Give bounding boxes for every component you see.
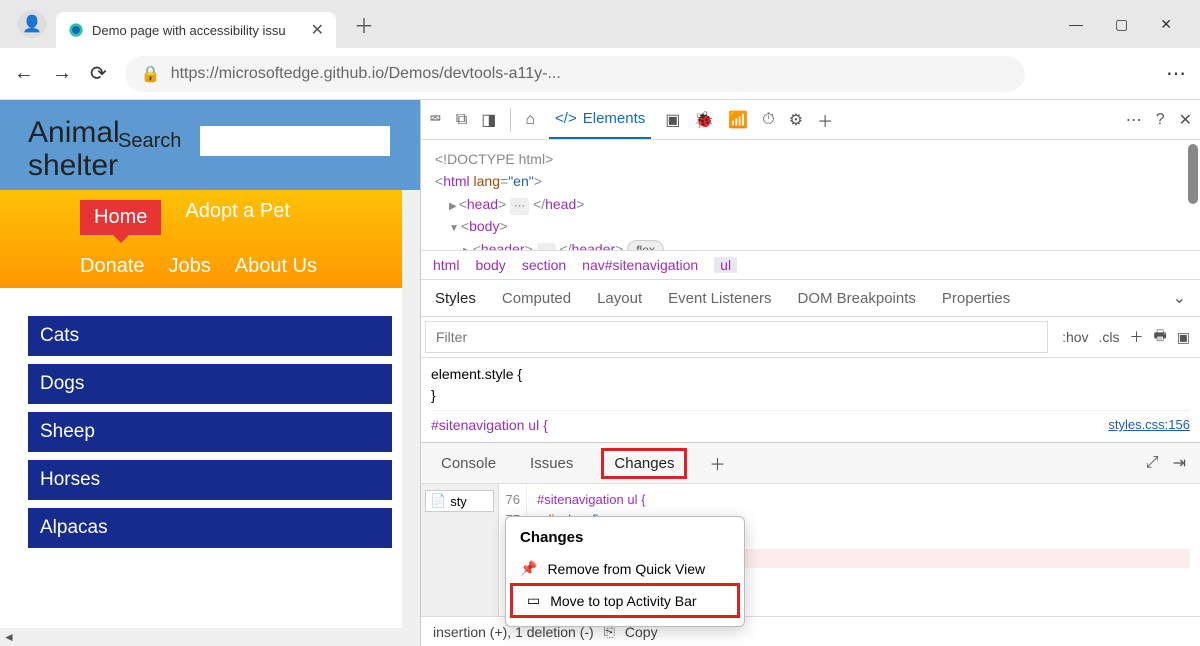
styles-pane-tabs: Styles Computed Layout Event Listeners D…	[421, 280, 1200, 317]
tab-layout[interactable]: Layout	[597, 290, 642, 307]
tab-close-icon[interactable]: ✕	[311, 20, 324, 40]
search-input[interactable]	[200, 126, 390, 156]
breadcrumb: html body section nav#sitenavigation ul	[421, 250, 1200, 280]
devtools-activity-bar: ⮹ ⧉ ◨ ⌂ </>Elements ▣ 🐞 📶 ⏱ ⚙ ＋ ⋯ ? ✕	[421, 100, 1200, 140]
ctx-remove-quickview[interactable]: 📌 Remove from Quick View	[506, 554, 744, 583]
drawer-tab-console[interactable]: Console	[435, 451, 502, 476]
context-menu: Changes 📌 Remove from Quick View ▭ Move …	[505, 516, 745, 627]
url-text: https://microsoftedge.github.io/Demos/de…	[171, 65, 561, 83]
ctx-move-to-top[interactable]: ▭ Move to top Activity Bar	[510, 583, 740, 618]
close-window-button[interactable]: ✕	[1160, 16, 1172, 33]
browser-menu-button[interactable]: ⋯	[1166, 61, 1186, 86]
more-tabs-icon[interactable]: ＋	[817, 108, 833, 132]
dom-tree[interactable]: <!DOCTYPE html> <html lang="en"> ▶<head>…	[421, 140, 1200, 250]
edge-favicon-icon	[68, 22, 84, 38]
performance-icon[interactable]: ⏱	[762, 111, 774, 129]
sources-icon[interactable]: 🐞	[694, 110, 714, 130]
tab-computed[interactable]: Computed	[502, 290, 571, 307]
dom-scrollbar-thumb[interactable]	[1188, 144, 1198, 204]
nav-adopt[interactable]: Adopt a Pet	[185, 200, 290, 235]
cls-toggle[interactable]: .cls	[1099, 329, 1120, 345]
maximize-button[interactable]: ▢	[1115, 16, 1128, 33]
help-icon[interactable]: ?	[1156, 111, 1165, 129]
minimize-button[interactable]: —	[1069, 16, 1083, 33]
styles-filter-input[interactable]	[425, 321, 1048, 353]
crumb-section[interactable]: section	[522, 257, 566, 273]
more-icon[interactable]: ⋯	[1126, 110, 1142, 130]
nav-jobs[interactable]: Jobs	[169, 255, 211, 278]
list-item[interactable]: Sheep	[28, 412, 392, 452]
inspect-icon[interactable]: ⮹	[429, 111, 442, 129]
search-label: Search	[118, 130, 181, 153]
chevron-down-icon[interactable]: ⌄	[1173, 288, 1186, 308]
window-controls: — ▢ ✕	[1069, 16, 1192, 33]
drawer-expand-icon[interactable]: ⤢	[1146, 454, 1159, 472]
address-bar[interactable]: 🔒 https://microsoftedge.github.io/Demos/…	[125, 56, 1025, 92]
dock-icon[interactable]: ◨	[481, 110, 496, 130]
hov-toggle[interactable]: :hov	[1062, 329, 1088, 345]
nav-donate[interactable]: Donate	[80, 255, 145, 278]
back-button[interactable]: ←	[14, 62, 34, 85]
page-horizontal-scrollbar[interactable]: ◄►	[0, 628, 420, 646]
refresh-button[interactable]: ⟳	[90, 61, 107, 86]
new-tab-button[interactable]: ＋	[354, 10, 374, 39]
webpage-pane: Animalshelter Search Home Adopt a Pet Do…	[0, 100, 420, 646]
category-list: Cats Dogs Sheep Horses Alpacas	[0, 288, 420, 566]
panel-icon: ▭	[527, 592, 540, 609]
network-icon[interactable]: 📶	[728, 110, 748, 130]
print-icon[interactable]: 🖶	[1154, 325, 1167, 349]
nav-home[interactable]: Home	[80, 200, 161, 235]
site-title: Animalshelter	[28, 116, 120, 182]
list-item[interactable]: Alpacas	[28, 508, 392, 548]
crumb-body[interactable]: body	[475, 257, 505, 273]
forward-button[interactable]: →	[52, 62, 72, 85]
crumb-nav[interactable]: nav#sitenavigation	[582, 257, 698, 273]
list-item[interactable]: Dogs	[28, 364, 392, 404]
device-icon[interactable]: ⧉	[456, 111, 467, 129]
new-style-icon[interactable]: ＋	[1130, 327, 1144, 347]
styles-filter-row: :hov .cls ＋ 🖶 ▣	[421, 317, 1200, 358]
crumb-html[interactable]: html	[433, 257, 459, 273]
tab-elements[interactable]: </>Elements	[549, 100, 651, 139]
list-item[interactable]: Horses	[28, 460, 392, 500]
styles-rules[interactable]: element.style { } styles.css:156 #sitena…	[421, 358, 1200, 442]
profile-icon[interactable]: 👤	[18, 10, 46, 38]
site-nav: Home Adopt a Pet Donate Jobs About Us	[0, 190, 420, 288]
drawer-tabs: Console Issues Changes ＋ ⤢ ⇥	[421, 443, 1200, 483]
browser-titlebar: 👤 Demo page with accessibility issu ✕ ＋ …	[0, 0, 1200, 48]
close-devtools-icon[interactable]: ✕	[1179, 110, 1192, 130]
list-item[interactable]: Cats	[28, 316, 392, 356]
console-icon[interactable]: ▣	[665, 110, 680, 130]
drawer-add-tab-icon[interactable]: ＋	[709, 451, 725, 475]
lock-icon: 🔒	[141, 64, 161, 84]
changes-file-list: 📄 sty	[421, 484, 499, 616]
tab-event-listeners[interactable]: Event Listeners	[668, 290, 771, 307]
page-header: Animalshelter Search	[0, 100, 420, 190]
tab-properties[interactable]: Properties	[942, 290, 1010, 307]
drawer-tab-issues[interactable]: Issues	[524, 451, 579, 476]
welcome-tab-icon[interactable]: ⌂	[525, 111, 535, 129]
source-link[interactable]: styles.css:156	[1108, 415, 1190, 435]
crumb-ul[interactable]: ul	[714, 257, 737, 273]
unpin-icon: 📌	[520, 560, 537, 577]
nav-about[interactable]: About Us	[235, 255, 317, 278]
file-icon: 📄	[430, 493, 446, 509]
browser-toolbar: ← → ⟳ 🔒 https://microsoftedge.github.io/…	[0, 48, 1200, 100]
settings-icon[interactable]: ⚙	[789, 110, 803, 130]
browser-tab[interactable]: Demo page with accessibility issu ✕	[56, 12, 336, 48]
tab-styles[interactable]: Styles	[435, 290, 476, 307]
drawer-dock-icon[interactable]: ⇥	[1173, 453, 1186, 473]
file-item[interactable]: 📄 sty	[425, 490, 494, 512]
tab-dom-breakpoints[interactable]: DOM Breakpoints	[798, 290, 916, 307]
context-menu-title: Changes	[506, 525, 744, 554]
tab-title: Demo page with accessibility issu	[92, 23, 303, 38]
drawer-tab-changes[interactable]: Changes	[601, 448, 687, 479]
computed-toggle-icon[interactable]: ▣	[1177, 329, 1190, 346]
